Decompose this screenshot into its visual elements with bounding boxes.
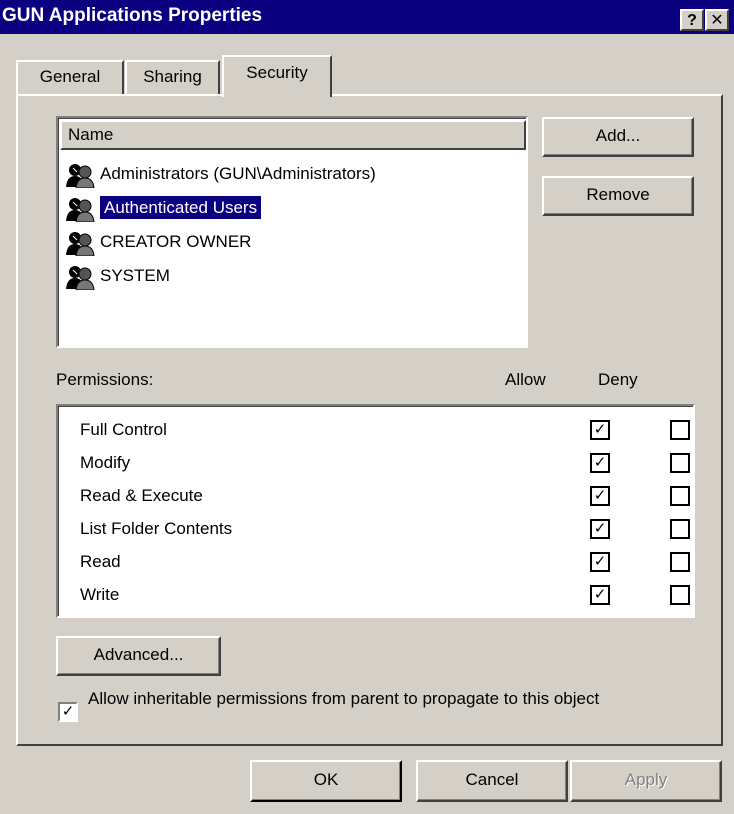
permission-row: List Folder Contents ✓ <box>80 513 690 545</box>
name-list-item[interactable]: SYSTEM <box>62 260 170 292</box>
permissions-label: Permissions: <box>56 370 154 389</box>
inherit-permissions-checkbox[interactable]: ✓ <box>58 702 78 722</box>
name-list-item[interactable]: CREATOR OWNER <box>62 226 251 258</box>
title-bar: GUN Applications Properties ? ✕ <box>0 0 734 34</box>
user-group-icon <box>64 264 96 291</box>
allow-checkbox[interactable]: ✓ <box>590 420 610 440</box>
allow-checkbox[interactable]: ✓ <box>590 585 610 605</box>
name-list-item-label: CREATOR OWNER <box>100 232 252 251</box>
allow-checkbox[interactable]: ✓ <box>590 453 610 473</box>
permission-name: Read <box>80 552 121 571</box>
allow-column-header: Allow <box>505 370 546 389</box>
permission-row: Full Control ✓ <box>80 414 690 446</box>
permission-name: Write <box>80 585 120 604</box>
deny-checkbox[interactable] <box>670 519 690 539</box>
permission-name: Read & Execute <box>80 486 203 505</box>
apply-button-label: Apply <box>624 770 668 789</box>
window-title: GUN Applications Properties <box>2 5 263 26</box>
permission-row: Modify ✓ <box>80 447 690 479</box>
cancel-button[interactable]: Cancel <box>416 760 568 802</box>
allow-checkbox[interactable]: ✓ <box>590 486 610 506</box>
user-group-icon <box>64 162 96 189</box>
advanced-button[interactable]: Advanced... <box>56 636 221 676</box>
tab-security[interactable]: Security <box>222 55 332 97</box>
name-list-item[interactable]: Administrators (GUN\Administrators) <box>62 158 376 190</box>
deny-checkbox[interactable] <box>670 552 690 572</box>
deny-column-header: Deny <box>598 370 638 389</box>
permission-row: Read ✓ <box>80 546 690 578</box>
name-list-item-label: Authenticated Users <box>98 195 263 220</box>
apply-button[interactable]: Apply <box>570 760 722 802</box>
deny-checkbox[interactable] <box>670 453 690 473</box>
name-list[interactable]: Name Administrators (GUN\Administrators)… <box>56 116 528 348</box>
permission-row: Write ✓ <box>80 579 690 611</box>
user-group-icon <box>64 230 96 257</box>
name-list-item-label: Administrators (GUN\Administrators) <box>100 164 376 183</box>
allow-checkbox[interactable]: ✓ <box>590 519 610 539</box>
permission-name: Modify <box>80 453 131 472</box>
ok-button[interactable]: OK <box>250 760 402 802</box>
allow-checkbox[interactable]: ✓ <box>590 552 610 572</box>
tab-sharing[interactable]: Sharing <box>125 60 220 94</box>
name-column-header[interactable]: Name <box>60 120 526 150</box>
name-list-item-label: SYSTEM <box>100 266 170 285</box>
advanced-button-label: Advanced... <box>93 645 184 664</box>
deny-checkbox[interactable] <box>670 585 690 605</box>
add-button[interactable]: Add... <box>542 117 694 157</box>
cancel-button-label: Cancel <box>465 770 519 789</box>
permission-name: Full Control <box>80 420 167 439</box>
remove-button[interactable]: Remove <box>542 176 694 216</box>
permission-row: Read & Execute ✓ <box>80 480 690 512</box>
inherit-permissions-label: Allow inheritable permissions from paren… <box>88 689 600 708</box>
deny-checkbox[interactable] <box>670 486 690 506</box>
user-group-icon <box>64 196 96 223</box>
permission-name: List Folder Contents <box>80 519 233 538</box>
deny-checkbox[interactable] <box>670 420 690 440</box>
name-list-item[interactable]: Authenticated Users <box>62 192 263 224</box>
add-button-label: Add... <box>595 126 641 145</box>
remove-button-label: Remove <box>586 185 650 204</box>
tab-general[interactable]: General <box>16 60 124 94</box>
permissions-list: Full Control ✓ Modify ✓ Read & Execute ✓ List … <box>56 404 695 618</box>
close-button[interactable]: ✕ <box>705 9 729 31</box>
ok-button-label: OK <box>313 770 339 789</box>
help-button[interactable]: ? <box>680 9 704 31</box>
